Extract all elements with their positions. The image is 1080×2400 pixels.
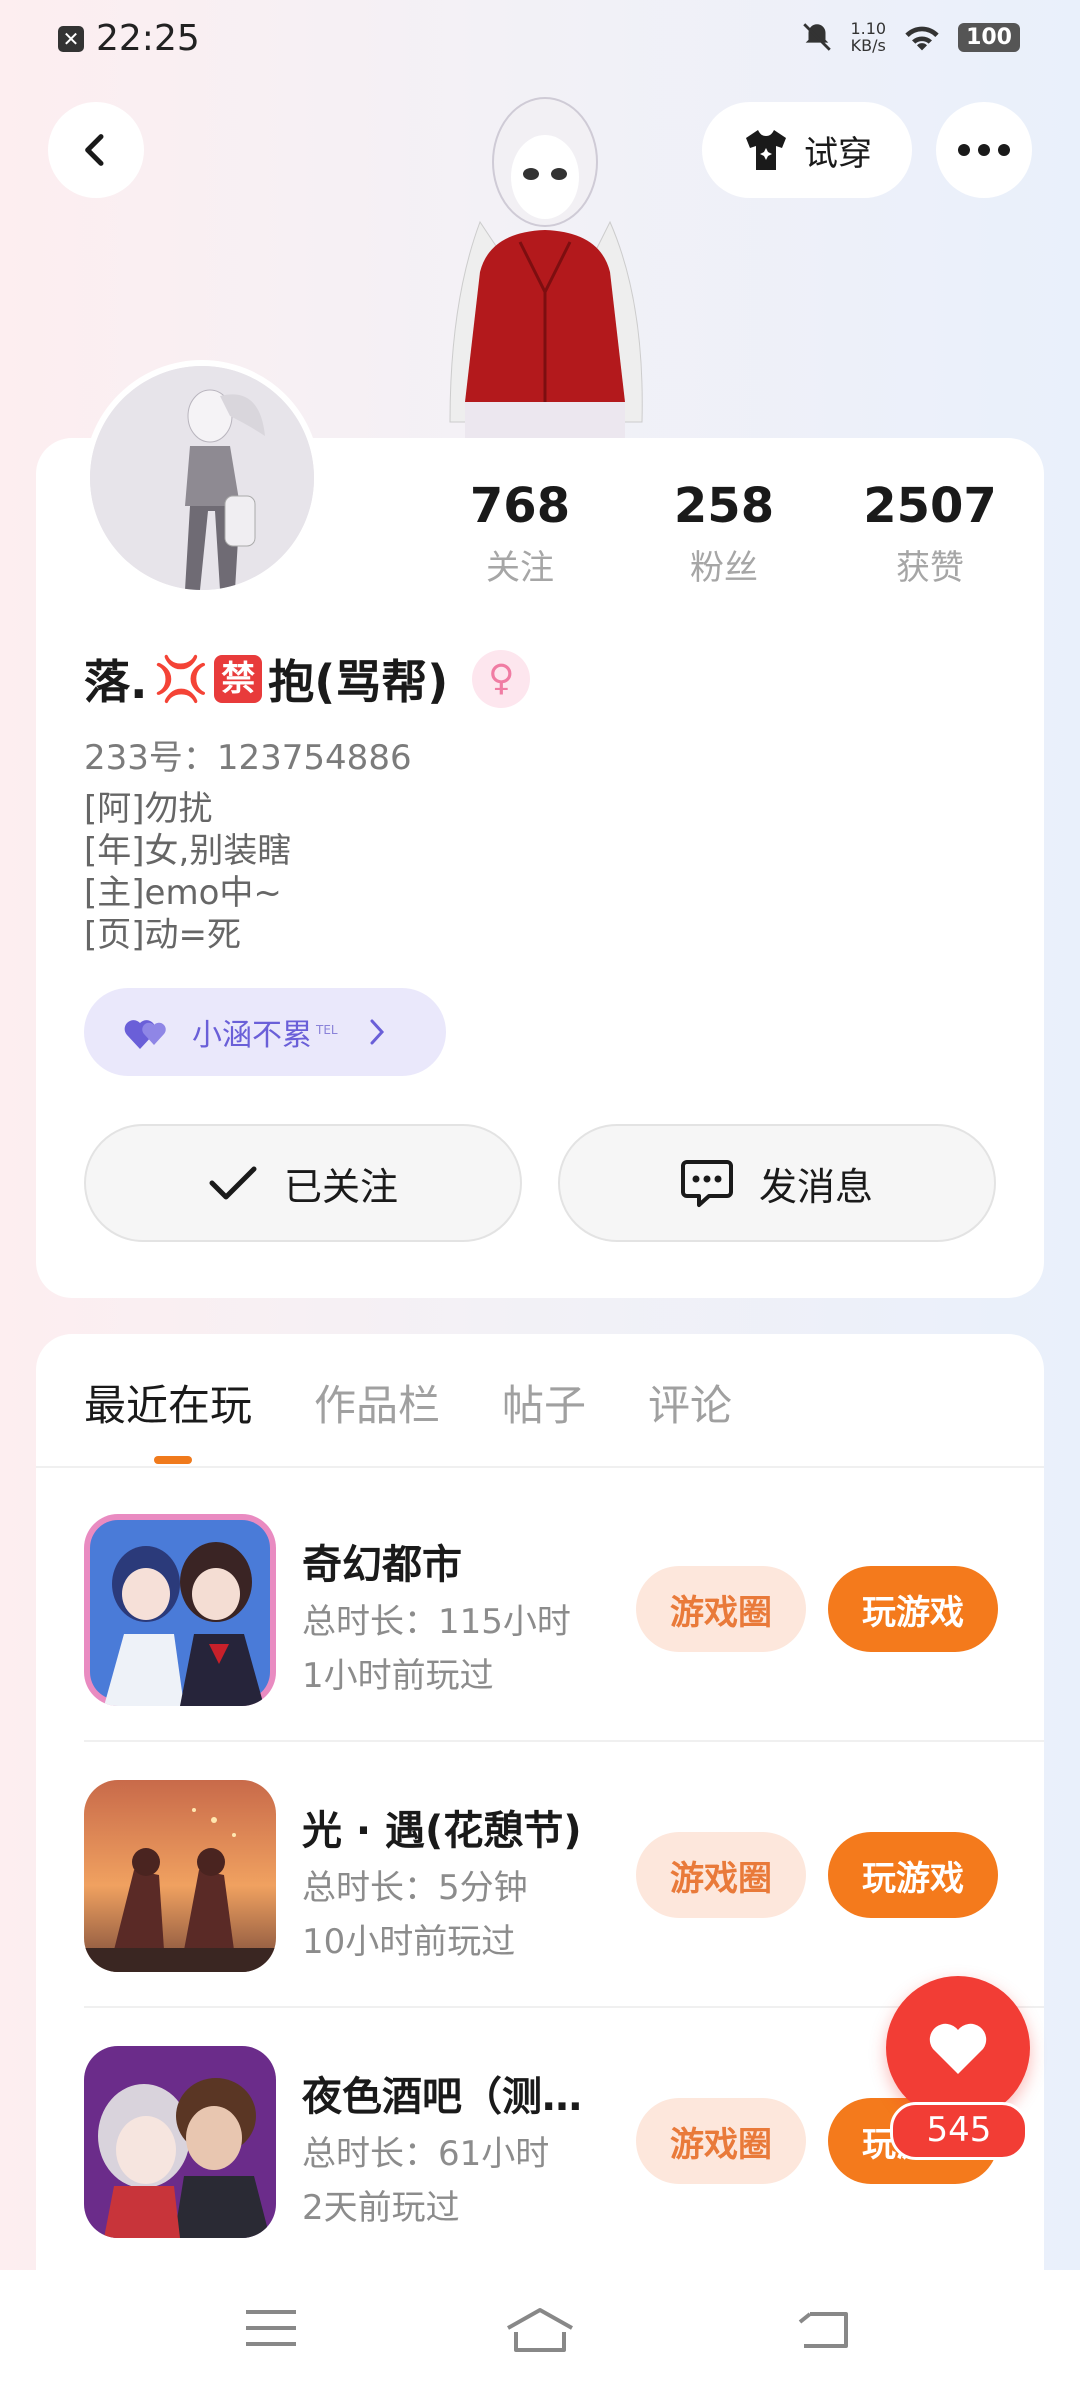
game-icon-night-bar[interactable] [84, 2046, 276, 2238]
username: 落. 💢 禁 抱(骂帮) ♀ [84, 646, 531, 712]
like-button[interactable] [886, 1976, 1030, 2120]
stat-fans-count: 258 [673, 478, 775, 534]
content-tabs: 最近在玩 作品栏 帖子 评论 [84, 1372, 732, 1433]
tab-posts[interactable]: 帖子 [502, 1372, 586, 1433]
game-duration: 总时长：115小时 [302, 1602, 571, 1642]
game-last-played: 1小时前玩过 [302, 1656, 494, 1696]
home-icon[interactable] [504, 2306, 576, 2354]
wifi-icon [905, 26, 939, 51]
check-icon [209, 1166, 257, 1200]
profile-avatar[interactable] [84, 360, 320, 596]
game-title: 奇幻都市 [302, 1542, 462, 1588]
avatar-image [90, 366, 314, 590]
status-time: 22:25 [96, 18, 200, 59]
stat-following-count: 768 [469, 478, 571, 534]
play-game-button[interactable]: 玩游戏 [828, 1832, 998, 1918]
bell-muted-icon [803, 23, 832, 51]
game-circle-button[interactable]: 游戏圈 [636, 2098, 806, 2184]
stat-likes-count: 2507 [863, 478, 997, 534]
chevron-right-icon [370, 1019, 384, 1045]
game-row[interactable]: 奇幻都市 总时长：115小时 1小时前玩过 游戏圈 玩游戏 [84, 1514, 1044, 1714]
send-message-label: 发消息 [758, 1164, 873, 1209]
game-title: 光 · 遇(花憩节) [302, 1808, 582, 1854]
menu-icon[interactable] [244, 2306, 298, 2350]
battery-indicator: 100 [958, 22, 1020, 52]
heart-icon [929, 2023, 987, 2074]
game-duration: 总时长：5分钟 [302, 1868, 528, 1908]
friend-tag-pill[interactable]: 小涵不累 TEL [84, 988, 446, 1076]
followed-label: 已关注 [283, 1164, 398, 1209]
game-circle-button[interactable]: 游戏圈 [636, 1566, 806, 1652]
game-circle-button[interactable]: 游戏圈 [636, 1832, 806, 1918]
back-nav-icon[interactable] [796, 2306, 852, 2350]
stat-fans-label: 粉丝 [690, 548, 758, 588]
back-button[interactable] [48, 102, 144, 198]
followed-button[interactable]: 已关注 [84, 1124, 522, 1242]
status-icons: 1.10 KB/s 100 [800, 20, 1020, 54]
game-last-played: 10小时前玩过 [302, 1922, 516, 1962]
username-prefix: 落. [84, 655, 148, 709]
game-title: 夜色酒吧（测… [302, 2074, 582, 2120]
character-avatar-figure [449, 97, 643, 442]
anger-emoji-icon: 💢 [153, 654, 209, 705]
row-divider [84, 1740, 1044, 1742]
try-on-label: 试穿 [804, 133, 872, 174]
female-gender-icon: ♀ [472, 650, 531, 708]
game-row[interactable]: 光 · 遇(花憩节) 总时长：5分钟 10小时前玩过 游戏圈 玩游戏 [84, 1780, 1044, 1980]
username-suffix: 抱(骂帮) [268, 655, 449, 709]
try-on-button[interactable]: 试穿 [702, 102, 912, 198]
double-heart-icon [124, 1020, 166, 1049]
user-id: 233号：123754886 [84, 738, 412, 778]
active-tab-indicator [154, 1456, 192, 1464]
like-count-badge: 545 [890, 2102, 1028, 2160]
chat-bubble-icon [680, 1160, 733, 1207]
friend-tag-text: 小涵不累 TEL [192, 1018, 338, 1053]
game-last-played: 2天前玩过 [302, 2188, 460, 2228]
chevron-left-icon [85, 134, 104, 166]
tab-comments[interactable]: 评论 [648, 1372, 732, 1433]
stat-following[interactable]: 768 关注 [420, 478, 620, 589]
user-bio: [阿]勿扰 [年]女,别装瞎 [主]emo中~ [页]动=死 [84, 789, 292, 955]
tab-recently-played[interactable]: 最近在玩 [84, 1372, 252, 1433]
network-speed: 1.10 KB/s [850, 19, 887, 55]
game-duration: 总时长：61小时 [302, 2134, 550, 2174]
send-message-button[interactable]: 发消息 [558, 1124, 996, 1242]
tabs-divider [36, 1466, 1044, 1468]
tshirt-icon [746, 130, 786, 170]
stat-likes[interactable]: 2507 获赞 [830, 478, 1030, 589]
notification-app-icon: ✕ [58, 26, 84, 52]
tab-works[interactable]: 作品栏 [314, 1372, 440, 1433]
more-options-button[interactable] [936, 102, 1032, 198]
more-dots-icon [958, 144, 1010, 156]
stat-following-label: 关注 [486, 548, 554, 588]
game-icon-sky[interactable] [84, 1780, 276, 1972]
stat-likes-label: 获赞 [896, 548, 964, 588]
game-icon-fantasy-city[interactable] [84, 1514, 276, 1706]
play-game-button[interactable]: 玩游戏 [828, 1566, 998, 1652]
stat-fans[interactable]: 258 粉丝 [624, 478, 824, 589]
ban-badge: 禁 [214, 655, 263, 703]
status-bar: ✕ 22:25 1.10 KB/s 100 [0, 0, 1080, 80]
system-nav-bar [0, 2270, 1080, 2400]
